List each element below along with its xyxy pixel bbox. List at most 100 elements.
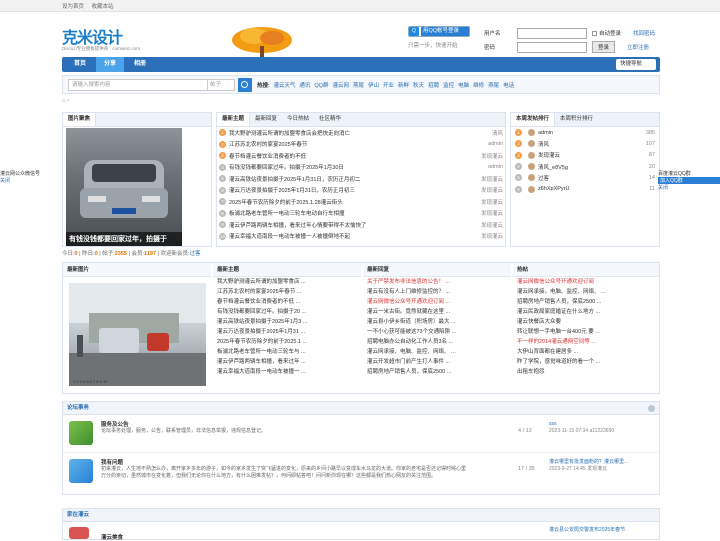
- tab-today-hot[interactable]: 今日热帖: [282, 113, 314, 126]
- topic-title[interactable]: 板浦北路老车管所一电动三轮车电动自行车相撞: [229, 209, 467, 217]
- topic-title[interactable]: 灌云万达夜景拍摄于2025年1月31日，农历正月初三: [229, 186, 467, 194]
- image-pager[interactable]: 1 2 3 4 5 6 7 8 9 10: [73, 379, 107, 384]
- hot-keyword[interactable]: 伊山: [368, 83, 379, 89]
- search-scope-select[interactable]: 帖子: [208, 78, 235, 91]
- topic-title[interactable]: 有钱没钱都要回家过年。拍摄于2025年1月30日: [229, 163, 467, 171]
- topic-row[interactable]: 1 我大野驴测灌云所谓的加盟零食店会把快走向消亡 清风: [217, 127, 505, 139]
- latest-image[interactable]: 1 2 3 4 5 6 7 8 9 10: [69, 283, 206, 386]
- rank-row[interactable]: 5 过客 14: [511, 172, 659, 183]
- list-item[interactable]: 2025年春节农历除夕的前于2025.1 ...: [217, 337, 361, 347]
- topic-title[interactable]: 春节档灌云餐饮业消费者的不低: [229, 152, 467, 160]
- food-icon[interactable]: [69, 527, 89, 539]
- list-item[interactable]: 有钱没钱都要回家过年。拍摄于20 ...: [217, 307, 361, 317]
- last-post-link[interactable]: sss: [549, 421, 657, 428]
- list-item[interactable]: 灌云网微信公众号开通欢迎订阅: [517, 277, 659, 287]
- topic-row[interactable]: 7 2025年春节农历除夕的前于2025.1.28灌云街头 发现灌云: [217, 196, 505, 208]
- list-item[interactable]: 灌云网承接，电脑、监控、网络、 ...: [517, 287, 659, 297]
- avatar[interactable]: [528, 174, 535, 182]
- rank-username[interactable]: 清风_e8V5g: [538, 163, 649, 171]
- nav-album[interactable]: 相册: [126, 57, 154, 72]
- qq-login-button[interactable]: Q 用QQ帐号登录: [408, 26, 470, 37]
- topic-row[interactable]: 9 灌云伊芦路两辆车相撞，看来过年心情要带得不太愉快了 发现灌云: [217, 219, 505, 231]
- list-item[interactable]: 大伊山背面都在建居多 ...: [517, 347, 659, 357]
- topic-author[interactable]: 发现灌云: [467, 232, 503, 240]
- forum-name[interactable]: 服务及公告: [101, 420, 129, 428]
- list-item[interactable]: 灌云一米古街。竟然就藏在这里 ...: [367, 307, 511, 317]
- rank-username[interactable]: admin: [538, 130, 646, 136]
- hot-keyword[interactable]: 燕尾: [353, 83, 364, 89]
- last-post-link[interactable]: 灌云县公安局交警发布2025年春节: [549, 526, 625, 533]
- list-item[interactable]: 板浦北路老车管所一电动三轮车与 ...: [217, 347, 361, 357]
- qq-group-ad-text[interactable]: 百度灌云QQ群: [658, 170, 720, 177]
- topic-row[interactable]: 3 春节档灌云餐饮业消费者的不低 发现灌云: [217, 150, 505, 162]
- topic-row[interactable]: 8 板浦北路老车管所一电动三轮车电动自行车相撞 发现灌云: [217, 208, 505, 220]
- focus-image[interactable]: 有钱没钱都要回家过年，拍摄于: [66, 128, 182, 246]
- nav-home[interactable]: 首页: [66, 57, 94, 72]
- list-item[interactable]: 昨了学院，感觉味道好的看一个 ...: [517, 357, 659, 367]
- list-item[interactable]: 灌云万达夜景拍摄于2025年1月31 ...: [217, 327, 361, 337]
- password-input[interactable]: [517, 41, 587, 53]
- rank-row[interactable]: 3 发现灌云 87: [511, 150, 659, 161]
- section-title[interactable]: 论坛事务: [67, 405, 89, 411]
- tab-latest-topics[interactable]: 最新主题: [217, 113, 251, 126]
- topic-title[interactable]: 江苏苏北农村的家宴2025年春节: [229, 140, 467, 148]
- avatar[interactable]: [528, 129, 535, 137]
- close-button[interactable]: 关闭: [0, 177, 62, 184]
- topic-row[interactable]: 4 有钱没钱都要回家过年。拍摄于2025年1月30日 admin: [217, 162, 505, 174]
- topic-author[interactable]: 清风: [467, 129, 503, 137]
- forum-name[interactable]: 我有问题: [101, 458, 123, 466]
- list-item[interactable]: 转让联想一手电脑一台400元 要 ...: [517, 327, 659, 337]
- search-input[interactable]: 请输入搜索内容: [68, 78, 208, 91]
- forgot-password-link[interactable]: 找回密码: [633, 29, 655, 37]
- list-item[interactable]: 关于严禁发布非法信息的公告！ ...: [367, 277, 511, 287]
- register-link[interactable]: 立即注册: [627, 43, 649, 51]
- rank-row[interactable]: 2 清风 107: [511, 138, 659, 149]
- hot-keyword[interactable]: 灌云天气: [273, 83, 295, 89]
- tab-essence[interactable]: 社区精华: [314, 113, 346, 126]
- new-member-link[interactable]: 过客: [189, 251, 200, 257]
- topic-title[interactable]: 灌云伊芦路两辆车相撞，看来过年心情要带得不太愉快了: [229, 221, 467, 229]
- hot-keyword[interactable]: 灌云网: [332, 83, 349, 89]
- topic-author[interactable]: 发现灌云: [467, 152, 503, 160]
- list-item[interactable]: 招聘房地产销售人员，保底2500 ...: [517, 297, 659, 307]
- topic-title[interactable]: 我大野驴测灌云所谓的加盟零食店会把快走向消亡: [229, 129, 467, 137]
- topic-author[interactable]: admin: [467, 164, 503, 170]
- topic-title[interactable]: 灌云高铁站夜景拍摄于2025年1月31日，农历正月初二: [229, 175, 467, 183]
- list-item[interactable]: 灌云网微信公众号开通欢迎订阅 ...: [367, 297, 511, 307]
- hot-keyword[interactable]: 燕尾: [488, 83, 499, 89]
- hot-keyword[interactable]: 开业: [383, 83, 394, 89]
- rank-row[interactable]: 4 清风_e8V5g 20: [511, 161, 659, 172]
- list-item[interactable]: 江苏苏北农村的家宴2025年春节 ...: [217, 287, 361, 297]
- list-item[interactable]: 灌云幸福大道南段一电动车被撞一 ...: [217, 367, 361, 377]
- rank-username[interactable]: 清风: [538, 140, 646, 148]
- rank-row[interactable]: 6 z6hXpXPyrU 11: [511, 183, 659, 194]
- nav-share[interactable]: 分享: [96, 57, 124, 72]
- set-homepage-link[interactable]: 设为首页: [62, 4, 84, 10]
- topic-author[interactable]: 发现灌云: [467, 209, 503, 217]
- list-item[interactable]: 灌云高铁站夜景拍摄于2025年1月3 ...: [217, 317, 361, 327]
- list-item[interactable]: 灌云民政局家庭婚证在什么地方 ...: [517, 307, 659, 317]
- list-item[interactable]: 灌云快餐店大众要: [517, 317, 659, 327]
- avatar[interactable]: [528, 163, 535, 171]
- search-button[interactable]: [238, 77, 252, 92]
- wechat-ad-text[interactable]: 灌云网公众微信号: [0, 170, 62, 177]
- list-item[interactable]: 一不小心获可能被这73个交通陷阱 ...: [367, 327, 511, 337]
- join-qq-button[interactable]: 加入QQ群: [658, 177, 720, 184]
- rank-username[interactable]: z6hXpXPyrU: [538, 186, 649, 192]
- login-button[interactable]: 登录: [592, 41, 616, 53]
- hot-keyword[interactable]: 新鲜: [398, 83, 409, 89]
- announcement-icon[interactable]: [69, 421, 93, 445]
- topic-author[interactable]: 发现灌云: [467, 175, 503, 183]
- avatar[interactable]: [528, 140, 535, 148]
- list-item[interactable]: 灌云有没有人上门维修监控的？ ...: [367, 287, 511, 297]
- hot-keyword[interactable]: 电脑: [458, 83, 469, 89]
- collapse-icon[interactable]: [648, 405, 655, 412]
- list-item[interactable]: 我大野驴测灌云所谓的加盟零食店 ...: [217, 277, 361, 287]
- last-post-link[interactable]: 灌云哪里有批发面粉的？灌云哪里…: [549, 459, 657, 466]
- avatar[interactable]: [528, 185, 535, 193]
- tab-weekly-points[interactable]: 本周积分排行: [555, 113, 598, 126]
- list-item[interactable]: 灌云县小伊乡街道（积场房）最大 ...: [367, 317, 511, 327]
- topic-row[interactable]: 2 江苏苏北农村的家宴2025年春节 admin: [217, 139, 505, 151]
- tab-weekly-posts[interactable]: 本周发帖排行: [511, 113, 556, 126]
- hot-keyword[interactable]: QQ群: [314, 83, 328, 89]
